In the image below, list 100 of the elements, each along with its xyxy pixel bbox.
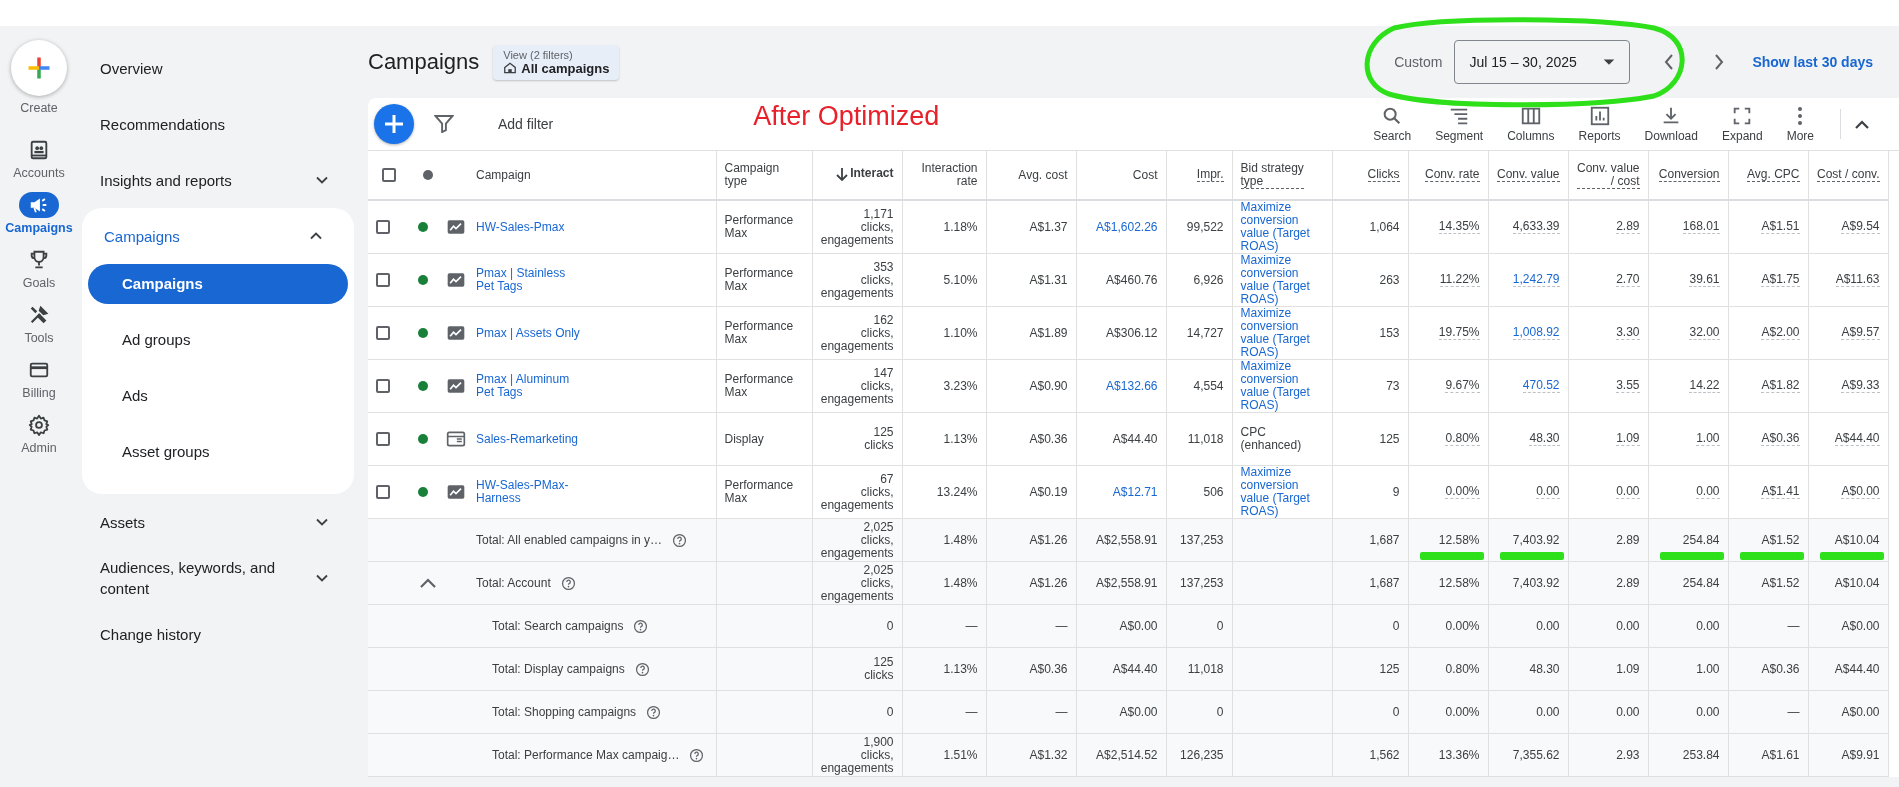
rail-item[interactable]: Accounts xyxy=(0,137,78,180)
column-header[interactable]: Clicks xyxy=(1367,168,1400,182)
table-cell: 254.84 xyxy=(1682,533,1720,547)
cell-link[interactable]: Maximize conversion value (Target ROAS) xyxy=(1240,254,1310,306)
checkbox[interactable] xyxy=(376,432,390,446)
toolbar-button[interactable]: Search xyxy=(1361,105,1424,143)
column-header[interactable]: Bid strategy type xyxy=(1240,161,1304,189)
chevron-right-icon[interactable] xyxy=(1714,54,1725,70)
help-icon[interactable] xyxy=(633,618,649,634)
table-cell: A$1.41 xyxy=(1761,485,1800,499)
column-header[interactable]: Conv. value / cost xyxy=(1577,161,1640,189)
column-header[interactable]: Campaign xyxy=(476,168,531,182)
help-icon[interactable] xyxy=(646,704,662,720)
table-cell: Display xyxy=(724,432,764,446)
column-header[interactable]: Campaign type xyxy=(724,162,780,188)
chevron-left-icon[interactable] xyxy=(1664,54,1675,70)
table-cell: 32.00 xyxy=(1689,326,1720,340)
rail-item[interactable]: Tools xyxy=(0,302,78,345)
table-cell: 1,171 clicks, engagements xyxy=(820,207,894,247)
checkbox[interactable] xyxy=(382,168,396,182)
table-cell: 0.00 xyxy=(1536,619,1560,633)
nav-item[interactable]: Assets xyxy=(78,494,360,550)
table-cell: A$0.36 xyxy=(1761,432,1800,446)
column-header[interactable]: Avg. cost xyxy=(1018,168,1068,182)
campaign-link[interactable]: HW-Sales-PMax- Harness xyxy=(476,479,569,505)
toolbar-button[interactable]: Expand xyxy=(1709,105,1775,143)
add-button[interactable] xyxy=(374,104,414,144)
table-cell: A$1.89 xyxy=(1029,326,1068,340)
column-header[interactable]: Interact xyxy=(836,166,894,181)
campaign-link[interactable]: Pmax | Assets Only xyxy=(476,326,580,340)
column-header[interactable]: Conv. value xyxy=(1497,168,1560,182)
table-cell: A$2,558.91 xyxy=(1096,533,1158,547)
rail-item[interactable]: Campaigns xyxy=(0,192,78,235)
checkbox[interactable] xyxy=(376,485,390,499)
checkbox[interactable] xyxy=(376,220,390,234)
rail-item[interactable]: Billing xyxy=(0,357,78,400)
campaign-link[interactable]: HW-Sales-Pmax xyxy=(476,220,565,234)
cell-link[interactable]: Maximize conversion value (Target ROAS) xyxy=(1240,360,1310,412)
column-header[interactable]: Conversion xyxy=(1658,168,1720,182)
cell-link[interactable]: A$132.66 xyxy=(1106,379,1158,393)
annotation-text: After Optimized xyxy=(753,100,940,132)
column-header[interactable]: Avg. CPC xyxy=(1747,168,1800,182)
chevron-up-icon[interactable] xyxy=(420,578,436,588)
filter-icon[interactable] xyxy=(434,115,454,133)
help-icon[interactable] xyxy=(672,532,688,548)
cell-link[interactable]: Maximize conversion value (Target ROAS) xyxy=(1240,466,1310,518)
toolbar-button[interactable]: Segment xyxy=(1423,105,1496,143)
nav-item[interactable]: Campaigns xyxy=(82,208,354,264)
table-cell: 1,064 xyxy=(1369,220,1400,234)
column-header[interactable]: Cost / conv. xyxy=(1817,168,1880,182)
help-icon[interactable] xyxy=(689,747,705,763)
date-range-dropdown[interactable]: Jul 15 – 30, 2025 xyxy=(1454,40,1631,84)
nav-item[interactable]: Insights and reports xyxy=(78,152,360,208)
nav-subitem[interactable]: Ads xyxy=(88,376,348,416)
view-selector[interactable]: View (2 filters) All campaigns xyxy=(493,44,620,80)
cell-link[interactable]: 1,008.92 xyxy=(1512,326,1560,340)
cell-link[interactable]: 470.52 xyxy=(1522,379,1560,393)
cell-link[interactable]: Maximize conversion value (Target ROAS) xyxy=(1240,307,1310,359)
checkbox[interactable] xyxy=(376,273,390,287)
column-header[interactable]: Cost xyxy=(1132,168,1158,182)
nav-subitem[interactable]: Campaigns xyxy=(88,264,348,304)
help-icon[interactable] xyxy=(560,575,576,591)
cell-link[interactable]: A$12.71 xyxy=(1112,485,1158,499)
table-cell: 14.35% xyxy=(1438,220,1480,234)
campaign-link[interactable]: Pmax | Aluminum Pet Tags xyxy=(476,373,570,399)
table-cell: A$10.04 xyxy=(1834,576,1880,590)
table-cell: 125 clicks xyxy=(864,656,894,682)
nav-subitem[interactable]: Asset groups xyxy=(88,432,348,472)
bar-chart-icon xyxy=(1588,105,1611,127)
rail-item[interactable]: Admin xyxy=(0,412,78,455)
cell-link[interactable]: 1,242.79 xyxy=(1512,273,1560,287)
table-cell: 1.10% xyxy=(943,326,978,340)
table-cell: 153 xyxy=(1379,326,1400,340)
table-cell: 1.09 xyxy=(1616,432,1640,446)
toolbar-button[interactable]: Columns xyxy=(1495,105,1567,143)
toolbar-button[interactable]: Download xyxy=(1632,105,1710,143)
nav-item[interactable]: Recommendations xyxy=(78,96,360,152)
campaign-link[interactable]: Sales-Remarketing xyxy=(476,432,579,446)
table-cell: A$1.52 xyxy=(1761,533,1800,547)
toolbar-button[interactable]: More xyxy=(1774,105,1826,143)
rail-item[interactable]: Goals xyxy=(0,247,78,290)
help-icon[interactable] xyxy=(634,661,650,677)
column-header[interactable]: Impr. xyxy=(1196,168,1224,182)
home-icon xyxy=(503,61,518,75)
nav-item[interactable]: Change history xyxy=(78,606,360,662)
checkbox[interactable] xyxy=(376,326,390,340)
nav-item[interactable]: Overview xyxy=(78,40,360,96)
chevron-up-icon[interactable] xyxy=(1855,119,1869,129)
nav-item[interactable]: Audiences, keywords, and content xyxy=(78,550,360,606)
column-header[interactable]: Conv. rate xyxy=(1425,168,1480,182)
campaign-link[interactable]: Pmax | Stainless Pet Tags xyxy=(476,267,566,293)
add-filter-button[interactable]: Add filter xyxy=(498,116,554,132)
cell-link[interactable]: A$1,602.26 xyxy=(1096,220,1158,234)
cell-link[interactable]: Maximize conversion value (Target ROAS) xyxy=(1240,201,1310,253)
column-header[interactable]: Interaction rate xyxy=(921,162,978,188)
checkbox[interactable] xyxy=(376,379,390,393)
date-shortcut-link[interactable]: Show last 30 days xyxy=(1752,54,1873,70)
toolbar-button[interactable]: Reports xyxy=(1566,105,1633,143)
table-cell: 2,025 clicks, engagements xyxy=(820,563,894,603)
nav-subitem[interactable]: Ad groups xyxy=(88,320,348,360)
